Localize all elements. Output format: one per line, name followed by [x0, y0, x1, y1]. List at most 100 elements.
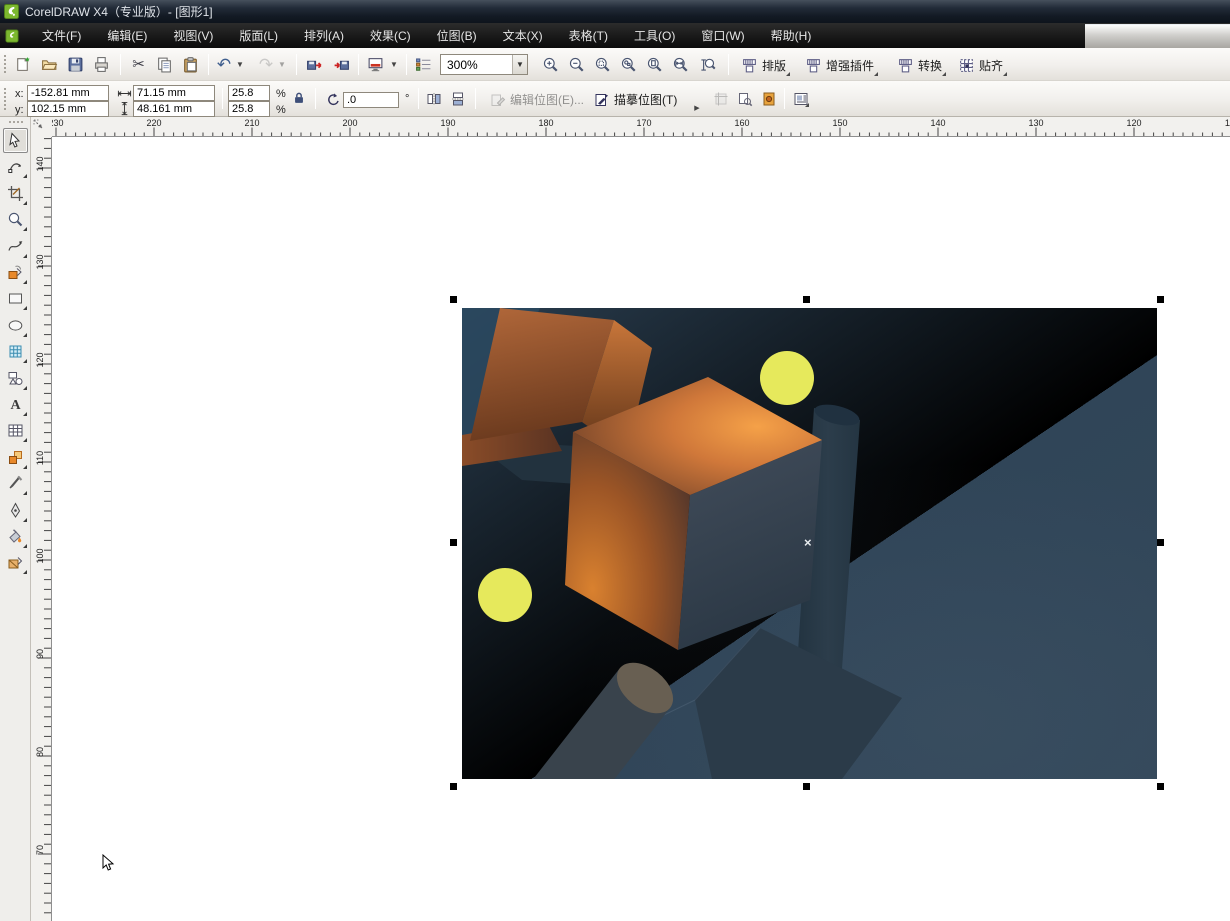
- menu-item-7[interactable]: 文本(X): [490, 23, 556, 48]
- print-button[interactable]: [89, 52, 114, 77]
- menu-item-11[interactable]: 帮助(H): [758, 23, 825, 48]
- lock-ratio-icon[interactable]: [290, 89, 308, 107]
- interactive-fill-tool[interactable]: [3, 550, 28, 575]
- blend-tool[interactable]: [3, 445, 28, 470]
- save-button[interactable]: [63, 52, 88, 77]
- drawing-canvas[interactable]: ×: [52, 137, 1230, 921]
- crop-tool[interactable]: [3, 181, 28, 206]
- ruler-origin-icon: [31, 117, 48, 134]
- text-tool[interactable]: A: [3, 392, 28, 417]
- menu-bar: 文件(F)编辑(E)视图(V)版面(L)排列(A)效果(C)位图(B)文本(X)…: [0, 23, 1230, 48]
- toolbar-grip[interactable]: [3, 54, 7, 74]
- smart-fill-tool[interactable]: [3, 260, 28, 285]
- menu-item-8[interactable]: 表格(T): [556, 23, 621, 48]
- rectangle-tool[interactable]: [3, 286, 28, 311]
- zoom-level-input[interactable]: [441, 58, 512, 72]
- graph-paper-tool[interactable]: [3, 339, 28, 364]
- trace-flyout-arrow[interactable]: ▶: [693, 99, 701, 117]
- selection-handle-7[interactable]: [1157, 783, 1164, 790]
- resample-bitmap-button[interactable]: [736, 90, 754, 108]
- open-button[interactable]: [37, 52, 62, 77]
- selection-center-marker[interactable]: ×: [804, 536, 812, 549]
- propbar-grip[interactable]: [3, 87, 7, 110]
- undo-button[interactable]: ↶: [214, 52, 234, 77]
- layout-toolbar-button[interactable]: 排版: [736, 53, 791, 77]
- svg-text:120: 120: [35, 352, 45, 367]
- selection-handle-1[interactable]: [803, 296, 810, 303]
- edit-bitmap-button[interactable]: 编辑位图(E)...: [486, 89, 588, 110]
- zoom-to-page-button[interactable]: [642, 52, 667, 77]
- bitmap-color-mask-button[interactable]: [760, 90, 778, 108]
- selection-handle-3[interactable]: [450, 539, 457, 546]
- snap-toolbar-button[interactable]: 贴齐: [953, 53, 1008, 77]
- welcome-screen-button[interactable]: [411, 52, 436, 77]
- trace-bitmap-icon: [594, 92, 610, 108]
- export-button[interactable]: [329, 52, 354, 77]
- redo-dropdown[interactable]: ▼: [276, 52, 288, 77]
- application-launcher-button[interactable]: [363, 52, 388, 77]
- zoom-level-dropdown[interactable]: ▼: [512, 55, 527, 74]
- zoom-out-button[interactable]: [564, 52, 589, 77]
- propbar-separator: [222, 88, 223, 109]
- freehand-tool[interactable]: [3, 234, 28, 259]
- selection-handle-4[interactable]: [1157, 539, 1164, 546]
- crop-bitmap-button[interactable]: [712, 90, 730, 108]
- toolbox-grip[interactable]: [8, 120, 24, 124]
- trace-bitmap-button[interactable]: 描摹位图(T): [590, 89, 681, 110]
- menu-item-10[interactable]: 窗口(W): [688, 23, 757, 48]
- menu-item-3[interactable]: 版面(L): [226, 23, 291, 48]
- pick-tool[interactable]: [3, 128, 28, 153]
- zoom-to-all-objects-button[interactable]: [616, 52, 641, 77]
- zoom-level-combo[interactable]: ▼: [440, 54, 528, 75]
- application-launcher-dropdown[interactable]: ▼: [388, 52, 400, 77]
- shape-tool[interactable]: [3, 154, 28, 179]
- convert-toolbar-button[interactable]: 转换: [892, 53, 947, 77]
- plugins-toolbar-button[interactable]: 增强插件: [800, 53, 879, 77]
- wrap-text-button[interactable]: [792, 90, 810, 108]
- new-document-button[interactable]: [10, 52, 35, 77]
- selection-handle-0[interactable]: [450, 296, 457, 303]
- ellipse-tool[interactable]: [3, 313, 28, 338]
- zoom-to-page-width-button[interactable]: [668, 52, 693, 77]
- menu-item-2[interactable]: 视图(V): [160, 23, 226, 48]
- horizontal-ruler[interactable]: 230220210200190180170160150140130120110: [52, 117, 1230, 137]
- mirror-horizontal-button[interactable]: [425, 90, 443, 108]
- menu-item-6[interactable]: 位图(B): [424, 23, 490, 48]
- cut-button[interactable]: ✂: [126, 52, 151, 77]
- zoom-to-page-height-button[interactable]: [694, 52, 719, 77]
- rotation-angle-input[interactable]: [343, 92, 399, 108]
- zoom-in-button[interactable]: [538, 52, 563, 77]
- flyout-indicator: [23, 306, 27, 310]
- undo-dropdown[interactable]: ▼: [234, 52, 246, 77]
- copy-button[interactable]: [152, 52, 177, 77]
- scale-horizontal-input[interactable]: [228, 85, 270, 101]
- import-button[interactable]: [302, 52, 327, 77]
- fill-tool[interactable]: [3, 524, 28, 549]
- menu-item-4[interactable]: 排列(A): [291, 23, 357, 48]
- menu-item-0[interactable]: 文件(F): [29, 23, 94, 48]
- menu-item-9[interactable]: 工具(O): [621, 23, 688, 48]
- zoom-to-selection-button[interactable]: [590, 52, 615, 77]
- eyedropper-tool[interactable]: [3, 471, 28, 496]
- vertical-ruler[interactable]: 140130120110100908070: [31, 137, 52, 921]
- selection-handle-2[interactable]: [1157, 296, 1164, 303]
- toolbox: A: [0, 117, 31, 921]
- selection-handle-6[interactable]: [803, 783, 810, 790]
- ruler-origin[interactable]: [31, 117, 52, 137]
- zoom-tool[interactable]: [3, 207, 28, 232]
- outline-tool[interactable]: [3, 498, 28, 523]
- object-width-input[interactable]: [133, 85, 215, 101]
- plate-icon: [741, 57, 758, 74]
- y-position-input[interactable]: [27, 101, 109, 117]
- object-height-input[interactable]: [133, 101, 215, 117]
- x-position-input[interactable]: [27, 85, 109, 101]
- redo-button[interactable]: ↷: [256, 52, 276, 77]
- menu-item-1[interactable]: 编辑(E): [94, 23, 160, 48]
- basic-shapes-tool[interactable]: [3, 366, 28, 391]
- selection-handle-5[interactable]: [450, 783, 457, 790]
- paste-button[interactable]: [178, 52, 203, 77]
- scale-vertical-input[interactable]: [228, 101, 270, 117]
- table-tool[interactable]: [3, 418, 28, 443]
- menu-item-5[interactable]: 效果(C): [357, 23, 424, 48]
- mirror-vertical-button[interactable]: [449, 90, 467, 108]
